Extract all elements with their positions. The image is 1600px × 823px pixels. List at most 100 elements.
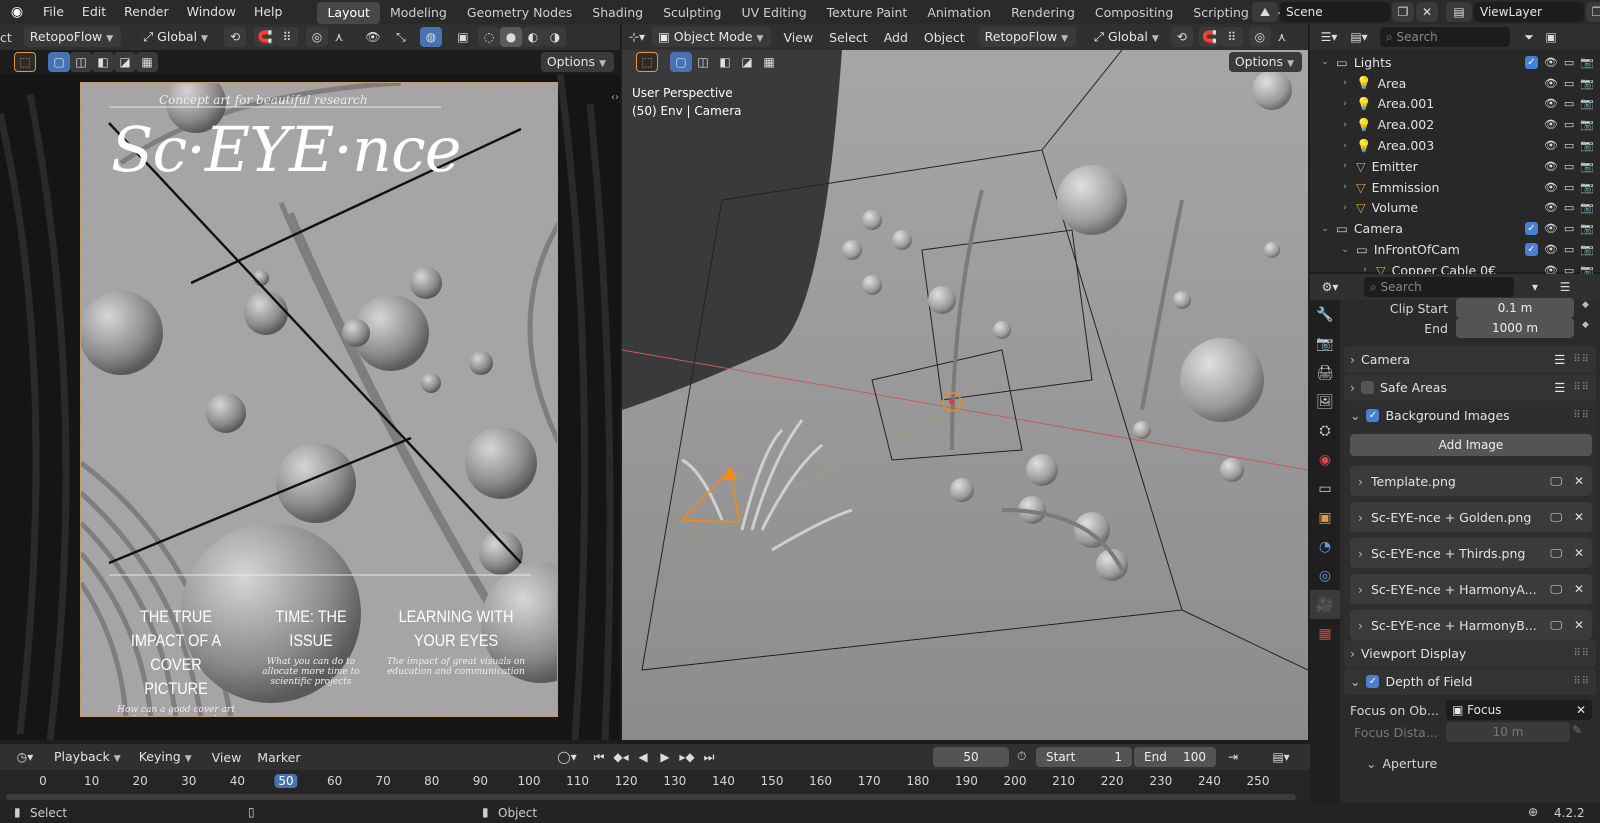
snap-target-icon[interactable]: ⠿ — [275, 27, 298, 47]
jump-end-icon[interactable]: ⏭ — [698, 747, 720, 767]
gizmo-icon[interactable]: ⤡ — [390, 27, 412, 47]
viewport-select-tool-icon[interactable]: ⬚ — [636, 52, 658, 72]
new-view-layer-icon[interactable]: ❐ — [1586, 2, 1600, 22]
show-background-icon[interactable]: 🖵 — [1550, 510, 1562, 525]
viewport-snap-target-icon[interactable]: ⠿ — [1220, 27, 1243, 47]
select-mode-intersect-icon[interactable]: ▦ — [136, 52, 158, 72]
jump-start-icon[interactable]: ⏮ — [588, 747, 610, 767]
3d-viewport[interactable]: User Perspective (50) Env | Camera — [622, 50, 1308, 740]
bg-item-chevron-icon[interactable]: › — [1358, 510, 1363, 525]
viewport-retopoflow-dropdown[interactable]: RetopoFlow ▼ — [978, 27, 1077, 47]
viewport-disable-icon[interactable]: ▭ — [1564, 118, 1574, 131]
focus-object-clear-icon[interactable]: ✕ — [1576, 700, 1586, 720]
time-stretch-icon[interactable]: ⇥ — [1222, 747, 1244, 767]
aperture-subpanel[interactable]: ⌄ Aperture — [1366, 756, 1437, 771]
blender-logo-icon[interactable]: ◉ — [0, 4, 34, 20]
eye-icon[interactable]: 👁 — [1544, 97, 1558, 110]
tab-shading[interactable]: Shading — [582, 2, 653, 24]
bg-item-chevron-icon[interactable]: › — [1358, 618, 1363, 633]
show-background-icon[interactable]: 🖵 — [1550, 546, 1562, 561]
expand-chevron-icon[interactable]: ⌄ — [1338, 245, 1352, 255]
next-keyframe-icon[interactable]: ▸◆ — [676, 747, 698, 767]
properties-pin-icon[interactable]: ▾ — [1524, 277, 1546, 297]
background-image-item[interactable]: › Template.png 🖵 ✕ — [1350, 466, 1592, 496]
modifier-tab-icon[interactable]: ◔ — [1310, 532, 1340, 561]
viewport-disable-icon[interactable]: ▭ — [1564, 243, 1574, 256]
render-disable-icon[interactable]: 📷 — [1580, 201, 1594, 214]
select-mode-extend-icon[interactable]: ◫ — [70, 52, 92, 72]
menu-object[interactable]: Object — [916, 30, 973, 45]
outliner-row[interactable]: › ▽ Emitter 👁 ▭ 📷 — [1310, 156, 1600, 177]
background-image-item[interactable]: › Sc-EYE-nce + Thirds.png 🖵 ✕ — [1350, 538, 1592, 568]
render-disable-icon[interactable]: 📷 — [1580, 97, 1594, 110]
tab-uv-editing[interactable]: UV Editing — [731, 2, 816, 24]
properties-editor-icon[interactable]: ⚙▾ — [1314, 277, 1346, 297]
select-mode-new-icon[interactable]: ▢ — [48, 52, 70, 72]
tab-texture-paint[interactable]: Texture Paint — [817, 2, 918, 24]
current-frame-field[interactable]: 50 — [933, 747, 1009, 767]
tab-sculpting[interactable]: Sculpting — [653, 2, 731, 24]
expand-chevron-icon[interactable]: › — [1338, 182, 1352, 192]
expand-chevron-icon[interactable]: › — [1338, 120, 1352, 130]
outliner-filter-icon[interactable]: ⏷ — [1518, 27, 1540, 47]
properties-list-icon[interactable]: ☰ — [1554, 277, 1576, 297]
playback-menu[interactable]: Playback ▼ — [48, 747, 129, 767]
render-disable-icon[interactable]: 📷 — [1580, 139, 1594, 152]
collection-tab-icon[interactable]: ▭ — [1310, 474, 1340, 503]
menu-file[interactable]: File — [34, 0, 73, 24]
viewport-disable-icon[interactable]: ▭ — [1564, 97, 1574, 110]
area-divider-arrows[interactable]: ‹› — [611, 92, 619, 103]
proportional-edit-icon[interactable]: ◎ — [305, 27, 328, 47]
eye-icon[interactable]: 👁 — [1544, 160, 1558, 173]
depth-of-field-panel[interactable]: ⌄ ✓ Depth of Field ⠿⠿ — [1344, 668, 1596, 695]
eyedropper-icon[interactable]: ✎ — [1572, 723, 1582, 737]
outliner-row[interactable]: › 💡 Area.003 👁 ▭ 📷 — [1310, 135, 1600, 156]
viewport-snap-icon[interactable]: 🧲 — [1198, 27, 1221, 47]
timeline-view-options-icon[interactable]: ▤▾ — [1266, 747, 1296, 767]
retopoflow-dropdown[interactable]: RetopoFlow ▼ — [23, 27, 122, 47]
play-reverse-icon[interactable]: ◀ — [632, 747, 654, 767]
expand-chevron-icon[interactable]: › — [1338, 141, 1352, 151]
tab-modeling[interactable]: Modeling — [380, 2, 457, 24]
scene-tab-icon[interactable]: ⛭ — [1310, 416, 1340, 445]
viewport-proportional-icon[interactable]: ◎ — [1248, 27, 1271, 47]
menu-render[interactable]: Render — [115, 0, 178, 24]
viewport-disable-icon[interactable]: ▭ — [1564, 201, 1574, 214]
viewport-disable-icon[interactable]: ▭ — [1564, 160, 1574, 173]
select-mode-subtract-icon[interactable]: ◧ — [92, 52, 114, 72]
viewport-pivot-icon[interactable]: ⟲ — [1170, 27, 1193, 47]
clip-end-keyframe-icon[interactable]: ◆ — [1582, 320, 1589, 330]
bg-item-chevron-icon[interactable]: › — [1358, 546, 1363, 561]
outliner-row[interactable]: › 💡 Area.002 👁 ▭ 📷 — [1310, 114, 1600, 135]
background-images-checkbox[interactable]: ✓ — [1366, 409, 1380, 422]
remove-background-icon[interactable]: ✕ — [1574, 618, 1584, 633]
expand-chevron-icon[interactable]: › — [1338, 203, 1352, 213]
shading-rendered-icon[interactable]: ◑ — [543, 27, 566, 47]
menu-help[interactable]: Help — [245, 0, 292, 24]
use-preview-range-icon[interactable]: ⏱ — [1017, 749, 1026, 764]
clip-start-field[interactable]: 0.1 m — [1456, 298, 1574, 318]
view-layer-icon[interactable]: ▤ — [1446, 2, 1472, 22]
outliner-row[interactable]: › ▽ Emmission 👁 ▭ 📷 — [1310, 177, 1600, 198]
remove-background-icon[interactable]: ✕ — [1574, 474, 1584, 489]
eye-icon[interactable]: 👁 — [1544, 243, 1558, 256]
timeline-view-menu[interactable]: View — [204, 750, 250, 765]
tab-geometry-nodes[interactable]: Geometry Nodes — [457, 2, 582, 24]
outliner-new-collection-icon[interactable]: ▣ — [1540, 27, 1562, 47]
viewport-select-extend-icon[interactable]: ◫ — [692, 52, 714, 72]
world-tab-icon[interactable]: ◉ — [1310, 445, 1340, 474]
snap-icon[interactable]: 🧲 — [253, 27, 276, 47]
outliner-row[interactable]: › ▽ Volume 👁 ▭ 📷 — [1310, 198, 1600, 219]
view-layer-field[interactable]: ViewLayer — [1474, 2, 1584, 22]
show-background-icon[interactable]: 🖵 — [1550, 618, 1562, 633]
dof-checkbox[interactable]: ✓ — [1366, 675, 1380, 688]
background-image-item[interactable]: › Sc-EYE-nce + HarmonyB... 🖵 ✕ — [1350, 610, 1592, 640]
physics-tab-icon[interactable]: ◎ — [1310, 561, 1340, 590]
editor-type-icon[interactable]: ⊹▾ — [622, 27, 652, 47]
render-disable-icon[interactable]: 📷 — [1580, 160, 1594, 173]
add-image-button[interactable]: Add Image — [1350, 434, 1592, 456]
eye-icon[interactable]: 👁 — [1544, 222, 1558, 235]
viewport-display-panel[interactable]: › Viewport Display ⠿⠿ — [1344, 640, 1596, 667]
eye-icon[interactable]: 👁 — [1544, 118, 1558, 131]
select-tool-icon[interactable]: ⬚ — [14, 52, 36, 72]
